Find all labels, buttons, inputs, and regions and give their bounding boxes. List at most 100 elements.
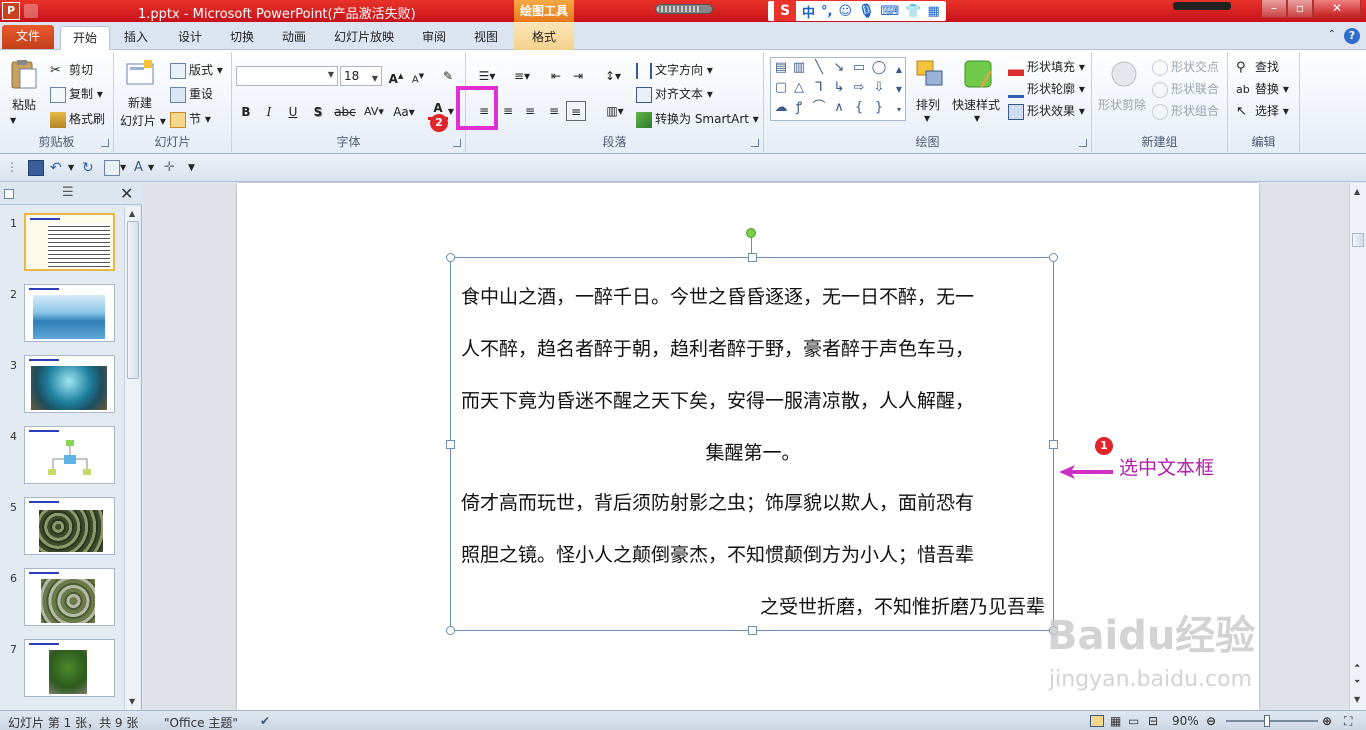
font-size-dropdown-icon[interactable]: ▼ xyxy=(372,70,378,88)
arrange-icon[interactable] xyxy=(914,58,946,90)
curve-shape-icon[interactable]: ∧ xyxy=(831,100,847,116)
tab-review[interactable]: 审阅 xyxy=(412,26,456,50)
redo-icon[interactable]: ↻ xyxy=(82,160,98,176)
sogou-logo-icon[interactable]: S xyxy=(774,1,796,21)
paste-dropdown-icon[interactable]: ▼ xyxy=(10,116,16,125)
arrange-button[interactable]: 排列 xyxy=(916,96,940,113)
tab-view[interactable]: 视图 xyxy=(464,26,508,50)
text-line[interactable]: 之受世折磨，不知惟折磨乃见吾辈 xyxy=(461,592,1045,619)
scroll-thumb[interactable] xyxy=(1352,233,1364,247)
bullets-button[interactable]: ☰▾ xyxy=(472,66,502,86)
text-direction-button[interactable]: 文字方向 ▾ xyxy=(636,61,713,79)
line-spacing-button[interactable]: ↕▾ xyxy=(598,66,628,86)
slide-thumbnail-2[interactable]: 2 xyxy=(0,282,124,344)
panel-close-icon[interactable]: ✕ xyxy=(120,184,133,203)
thumb-frame[interactable] xyxy=(24,639,115,697)
elbow-arrow-shape-icon[interactable]: ↳ xyxy=(831,80,847,96)
font-launcher-icon[interactable] xyxy=(453,139,461,147)
copy-button[interactable]: 复制 ▾ xyxy=(50,85,103,103)
smiley-icon[interactable]: ☺ xyxy=(838,4,852,19)
layout-button[interactable]: 版式 ▾ xyxy=(170,61,223,79)
align-center-button[interactable]: ≡ xyxy=(498,101,518,121)
thumb-frame[interactable] xyxy=(24,284,115,342)
help-icon[interactable]: ? xyxy=(1344,28,1360,44)
clipboard-launcher-icon[interactable] xyxy=(101,139,109,147)
increase-indent-button[interactable]: ⇥ xyxy=(568,66,588,86)
close-button[interactable]: ✕ xyxy=(1313,0,1361,18)
rectangle-shape-icon[interactable]: ▭ xyxy=(851,60,867,76)
zoom-out-icon[interactable]: ⊖ xyxy=(1206,714,1216,728)
prev-slide-icon[interactable]: ⏶ xyxy=(1354,661,1360,671)
paste-button[interactable]: 粘贴 xyxy=(12,96,36,113)
resize-handle-top-right[interactable] xyxy=(1049,253,1058,262)
shape-fill-button[interactable]: 形状填充 ▾ xyxy=(1008,58,1085,76)
thumb-frame[interactable] xyxy=(24,426,115,484)
maximize-button[interactable]: ▫ xyxy=(1287,0,1313,18)
paste-icon[interactable] xyxy=(8,58,40,90)
bold-button[interactable]: B xyxy=(236,102,256,122)
text-tool-dropdown-icon[interactable]: ▼ xyxy=(148,160,164,176)
thumb-frame[interactable] xyxy=(24,568,115,626)
slides-tab-icon[interactable] xyxy=(4,189,14,199)
font-name-dropdown-icon[interactable]: ▼ xyxy=(328,70,334,79)
tab-format[interactable]: 格式 xyxy=(514,22,574,50)
triangle-shape-icon[interactable]: △ xyxy=(791,80,807,96)
arc-shape-icon[interactable]: ⌒ xyxy=(811,100,827,116)
line-shape-icon[interactable]: ╲ xyxy=(811,60,827,76)
select-button[interactable]: ↖ 选择 ▾ xyxy=(1236,102,1289,120)
customize-qat-icon[interactable]: ▼ xyxy=(188,160,204,176)
quick-styles-button[interactable]: 快速样式 xyxy=(952,96,1000,113)
gallery-scroll-down-icon[interactable]: ▼ xyxy=(891,82,907,98)
slide-thumbnail-3[interactable]: 3 xyxy=(0,353,124,415)
tab-design[interactable]: 设计 xyxy=(168,26,212,50)
resize-handle-bottom-left[interactable] xyxy=(446,626,455,635)
workspace-scrollbar[interactable]: ▲ ⏶ ⏷ ▼ xyxy=(1349,183,1366,710)
scroll-down-icon[interactable]: ▼ xyxy=(1354,695,1360,704)
tab-home[interactable]: 开始 xyxy=(60,26,110,50)
oval-shape-icon[interactable]: ◯ xyxy=(871,60,887,76)
slide-thumbnail-5[interactable]: 5 xyxy=(0,495,124,557)
shrink-font-button[interactable]: A▼ xyxy=(408,66,428,86)
zoom-in-icon[interactable]: ⊕ xyxy=(1322,714,1332,728)
resize-handle-top-left[interactable] xyxy=(446,253,455,262)
gallery-scroll-up-icon[interactable]: ▲ xyxy=(891,62,907,78)
paragraph-launcher-icon[interactable] xyxy=(751,139,759,147)
ime-punctuation-toggle[interactable]: °, xyxy=(821,4,832,19)
minimize-button[interactable]: – xyxy=(1261,0,1287,18)
numbering-button[interactable]: ≡▾ xyxy=(506,66,538,86)
thumb-frame[interactable] xyxy=(24,497,115,555)
distributed-button[interactable]: ≡ xyxy=(566,101,586,121)
arrange-dropdown-icon[interactable]: ▼ xyxy=(924,114,930,123)
system-menu-icon[interactable] xyxy=(24,4,38,18)
grow-font-button[interactable]: A▲ xyxy=(386,66,406,86)
right-arrow-shape-icon[interactable]: ⇨ xyxy=(851,80,867,96)
thumb-frame[interactable] xyxy=(24,355,115,413)
strikethrough-button[interactable]: abc xyxy=(332,102,358,122)
crosshair-icon[interactable]: ✛ xyxy=(164,160,180,176)
scroll-up-icon[interactable]: ▲ xyxy=(1354,187,1360,196)
slide-thumbnail-1[interactable]: 1 xyxy=(0,211,124,273)
character-spacing-button[interactable]: AV▾ xyxy=(360,102,388,122)
arrow-line-shape-icon[interactable]: ↘ xyxy=(831,60,847,76)
scroll-thumb[interactable] xyxy=(127,221,139,379)
resize-handle-left[interactable] xyxy=(446,440,455,449)
grid-menu-icon[interactable]: ▦ xyxy=(928,4,940,19)
rounded-rect-shape-icon[interactable]: ▢ xyxy=(773,80,789,96)
replace-button[interactable]: ab 替换 ▾ xyxy=(1236,80,1289,98)
clear-formatting-icon[interactable]: ✎ xyxy=(438,66,458,86)
shape-outline-button[interactable]: 形状轮廓 ▾ xyxy=(1008,80,1085,98)
resize-handle-top[interactable] xyxy=(748,253,757,262)
ime-toolbar[interactable]: S 中 °, ☺ 🎙 ⌨ 👕 ▦ xyxy=(768,1,946,21)
slide-sorter-view-icon[interactable]: ▦ xyxy=(1110,714,1121,728)
font-size-box[interactable]: 18 ▼ xyxy=(340,66,382,86)
rotation-handle[interactable] xyxy=(746,228,756,238)
right-brace-shape-icon[interactable]: } xyxy=(871,100,887,116)
slideshow-view-icon[interactable]: ⊟ xyxy=(1148,714,1158,728)
shape-effects-button[interactable]: 形状效果 ▾ xyxy=(1008,102,1085,120)
tab-animations[interactable]: 动画 xyxy=(272,26,316,50)
text-line[interactable]: 人不醉，趋名者醉于朝，趋利者醉于野，豪者醉于声色车马， xyxy=(461,334,1045,361)
freeform-shape-icon[interactable]: ☁ xyxy=(773,100,789,116)
slide-canvas[interactable]: 食中山之酒，一醉千日。今世之昏昏逐逐，无一日不醉，无一 人不醉，趋名者醉于朝，趋… xyxy=(237,183,1259,710)
text-line[interactable]: 而天下竟为昏迷不醒之天下矣，安得一服清凉散，人人解醒， xyxy=(461,386,1045,413)
normal-view-icon[interactable] xyxy=(1090,715,1104,727)
